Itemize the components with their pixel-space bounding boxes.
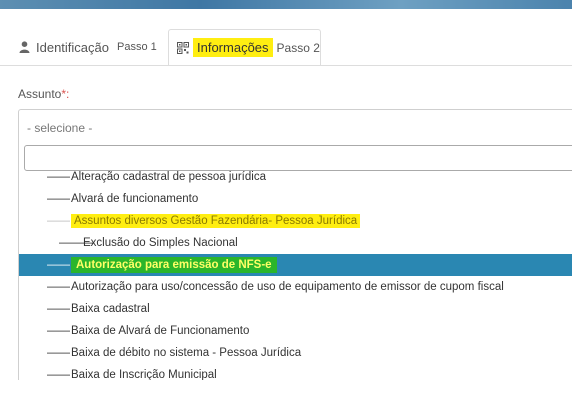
option-label: Autorização para emissão de NFS-e xyxy=(71,257,277,273)
tab-identificacao[interactable]: Identificação Passo 1 xyxy=(17,29,167,65)
option-indent-dash: —— xyxy=(47,259,70,271)
required-mark: *: xyxy=(61,87,70,101)
option-indent-dash: —— xyxy=(47,193,70,205)
tab-label: Identificação xyxy=(36,39,109,55)
field-label-text: Assunto xyxy=(18,87,62,101)
option-item[interactable]: —— Baixa de Inscrição Municipal xyxy=(19,364,572,380)
options-list[interactable]: —— Alteração cadastral de pessoa jurídica… xyxy=(19,170,572,380)
option-label: Baixa de débito no sistema - Pessoa Jurí… xyxy=(71,347,302,359)
assunto-label: Assunto*: xyxy=(18,87,69,101)
assunto-select[interactable]: - selecione - —— Alteração cadastral de p… xyxy=(18,109,572,380)
option-indent-dash: —— xyxy=(47,347,70,359)
option-indent-dash: —— xyxy=(47,215,70,227)
option-item[interactable]: ——— Exclusão do Simples Nacional xyxy=(19,232,572,254)
option-label: Exclusão do Simples Nacional xyxy=(83,237,238,249)
tab-step: Passo 1 xyxy=(117,41,157,53)
option-item[interactable]: —— Baixa de débito no sistema - Pessoa Ju… xyxy=(19,342,572,364)
tabs-divider xyxy=(0,65,572,66)
option-label: Assuntos diversos Gestão Fazendária- Pes… xyxy=(71,214,361,228)
option-indent-dash: —— xyxy=(47,369,70,380)
wizard-tabs: Identificação Passo 1 Informações Passo … xyxy=(0,29,572,66)
option-item[interactable]: —— Alteração cadastral de pessoa jurídica xyxy=(19,170,572,188)
option-label: Alvará de funcionamento xyxy=(71,193,199,205)
option-indent-dash: —— xyxy=(47,303,70,315)
option-selected[interactable]: —— Autorização para emissão de NFS-e xyxy=(19,254,572,276)
top-banner xyxy=(0,0,572,9)
option-label: Baixa de Alvará de Funcionamento xyxy=(71,325,250,337)
option-label: Baixa cadastral xyxy=(71,303,150,315)
option-label: Alteração cadastral de pessoa jurídica xyxy=(71,171,266,183)
option-label: Autorização para uso/concessão de uso de… xyxy=(71,281,504,293)
tab-informacoes[interactable]: Informações Passo 2 xyxy=(168,29,321,66)
option-item[interactable]: —— Baixa de Alvará de Funcionamento xyxy=(19,320,572,342)
option-item[interactable]: —— Alvará de funcionamento xyxy=(19,188,572,210)
option-group: —— Assuntos diversos Gestão Fazendária- P… xyxy=(19,210,572,232)
option-indent-dash: —— xyxy=(47,325,70,337)
option-item[interactable]: —— Baixa cadastral xyxy=(19,298,572,320)
user-icon xyxy=(17,41,31,53)
tab-step: Passo 2 xyxy=(276,40,320,55)
option-label: Baixa de Inscrição Municipal xyxy=(71,369,217,380)
option-indent-dash: ——— xyxy=(59,237,94,249)
search-input[interactable] xyxy=(24,145,572,171)
select-current-value[interactable]: - selecione - xyxy=(27,121,92,135)
option-indent-dash: —— xyxy=(47,171,70,183)
option-indent-dash: —— xyxy=(47,281,70,293)
option-item[interactable]: —— Autorização para uso/concessão de uso … xyxy=(19,276,572,298)
tab-label: Informações xyxy=(193,38,273,57)
qrcode-icon xyxy=(176,41,190,54)
